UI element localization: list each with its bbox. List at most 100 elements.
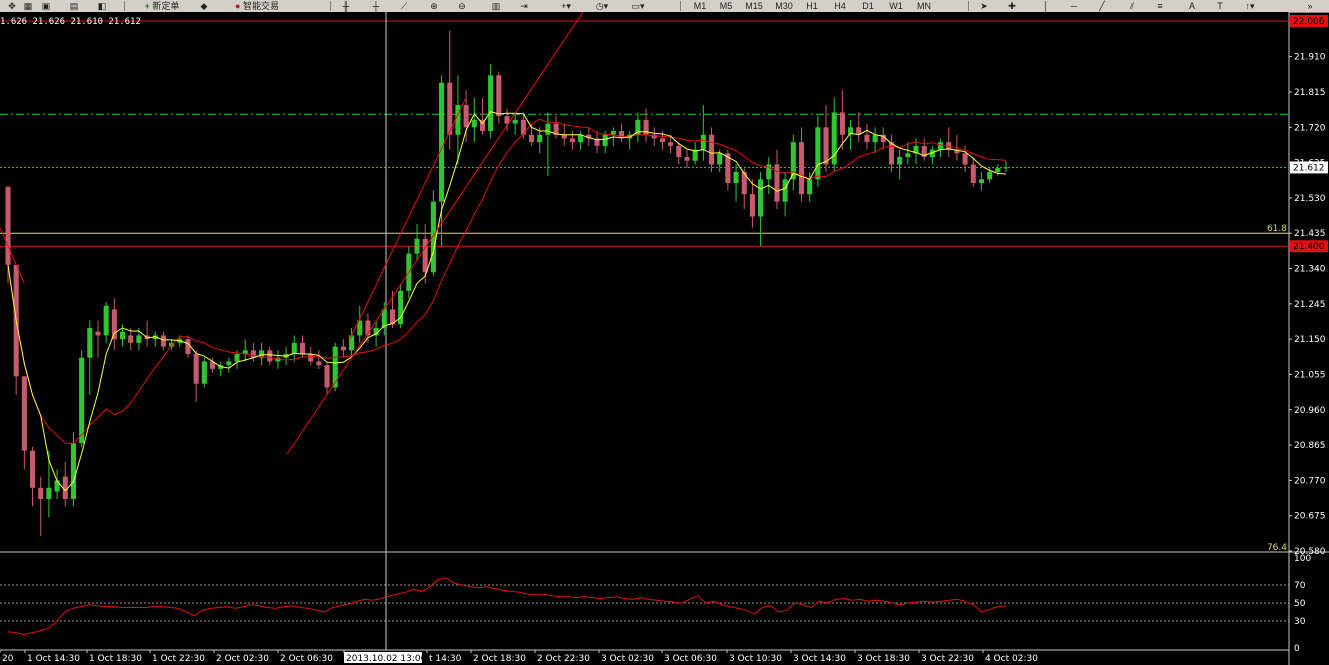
candle-body xyxy=(938,142,944,150)
candlestick-icon[interactable]: ┼ xyxy=(370,0,382,12)
candle-body xyxy=(962,153,968,165)
candle-body xyxy=(95,331,101,336)
period-m5[interactable]: M5 xyxy=(716,0,736,12)
time-tick-label: t 14:30 xyxy=(429,654,462,664)
period-mn[interactable]: MN xyxy=(912,0,936,12)
candle-body xyxy=(676,145,682,158)
candle-body xyxy=(888,142,895,165)
candle-body xyxy=(569,138,575,143)
time-tick-label: 3 Oct 10:30 xyxy=(729,654,782,664)
autoscroll-icon[interactable]: ⇥ xyxy=(518,0,530,12)
candle-body xyxy=(512,119,518,124)
candle-body xyxy=(823,127,829,165)
period-d1[interactable]: D1 xyxy=(858,0,878,12)
candle-body xyxy=(185,339,191,355)
time-tick-label: 3 Oct 02:30 xyxy=(601,654,654,664)
crosshair-move-icon[interactable]: ✥ xyxy=(6,0,18,12)
periods-icon[interactable]: ◷▾ xyxy=(590,0,614,12)
text-tool-icon[interactable]: A xyxy=(1184,0,1200,12)
bar-chart-icon[interactable]: ╫ xyxy=(340,0,352,12)
fibonacci-icon[interactable]: ≡ xyxy=(1152,0,1168,12)
period-m30[interactable]: M30 xyxy=(772,0,796,12)
candle-body xyxy=(602,134,608,146)
candle-body xyxy=(308,354,314,362)
period-m15[interactable]: M15 xyxy=(742,0,766,12)
candle-body xyxy=(864,134,870,143)
candle-body xyxy=(70,443,76,499)
candle-body xyxy=(978,179,984,184)
fib-76-4-label: 76.4 xyxy=(1267,543,1287,553)
candle-body xyxy=(46,487,52,499)
expert-advisors-button[interactable]: ● 智能交易 xyxy=(222,0,292,12)
time-tick-label: 1 Oct 22:30 xyxy=(152,654,205,664)
crosshair-icon[interactable]: ✚ xyxy=(1006,0,1018,12)
rsi-tick-label: 100 xyxy=(1294,554,1311,564)
candle-body xyxy=(708,134,715,165)
tester-icon[interactable]: ◧ xyxy=(96,0,108,12)
candle-body xyxy=(103,305,109,336)
candle-body xyxy=(839,112,845,135)
indicators-icon[interactable]: +▾ xyxy=(556,0,576,12)
candle-body xyxy=(668,142,674,146)
candle-body xyxy=(38,487,44,499)
terminal-icon[interactable]: ▤ xyxy=(68,0,80,12)
equidistant-channel-icon[interactable]: ⫽ xyxy=(1124,0,1140,12)
candle-body xyxy=(782,179,788,202)
price-tick-label: 20.675 xyxy=(1294,512,1326,522)
period-h4[interactable]: H4 xyxy=(830,0,850,12)
zoom-out-icon[interactable]: ⊖ xyxy=(456,0,468,12)
chart-window-icon[interactable]: ▦ xyxy=(22,0,34,12)
candle-body xyxy=(529,134,535,143)
time-highlight-label: 2013.10.02 13:00 xyxy=(346,654,427,664)
time-tick-label: 20 xyxy=(2,654,14,664)
time-tick-label: 2 Oct 02:30 xyxy=(216,654,269,664)
trendline-icon[interactable]: ╱ xyxy=(1096,0,1108,12)
candle-body xyxy=(905,153,911,158)
price-chart[interactable]: 61.876.4 21.91021.81521.72021.62521.5302… xyxy=(0,12,1329,665)
time-tick-label: 1 Oct 18:30 xyxy=(89,654,142,664)
current-price-label: 21.612 xyxy=(1293,163,1325,173)
period-w1[interactable]: W1 xyxy=(886,0,906,12)
price-pane xyxy=(0,12,1289,552)
cursor-icon[interactable]: ➤ xyxy=(978,0,990,12)
candle-body xyxy=(798,142,805,195)
tile-windows-icon[interactable]: ▥ xyxy=(490,0,502,12)
candle-body xyxy=(291,342,297,355)
arrows-icon[interactable]: ↑▾ xyxy=(1242,0,1258,12)
navigator-icon[interactable]: ▣ xyxy=(40,0,52,12)
resistance-price-label: 22.006 xyxy=(1293,17,1325,27)
candle-body xyxy=(610,131,616,135)
candle-body xyxy=(496,75,502,117)
new-order-button[interactable]: + 新定单 xyxy=(132,0,192,12)
candle-body xyxy=(430,201,436,273)
candle-body xyxy=(316,361,322,366)
price-tick-label: 20.960 xyxy=(1294,406,1326,416)
time-tick-label: 2 Oct 22:30 xyxy=(537,654,590,664)
candle-body xyxy=(111,309,117,340)
period-h1[interactable]: H1 xyxy=(802,0,822,12)
robot-icon[interactable]: ◆ xyxy=(196,0,212,12)
time-tick-label: 2 Oct 06:30 xyxy=(280,654,333,664)
candle-body xyxy=(970,164,976,184)
time-tick-label: 1 Oct 14:30 xyxy=(27,654,80,664)
candle-body xyxy=(659,138,665,143)
candle-body xyxy=(226,361,232,366)
time-tick-label: 3 Oct 18:30 xyxy=(857,654,910,664)
candle-body xyxy=(324,365,330,388)
candle-body xyxy=(537,134,543,143)
horizontal-line-icon[interactable]: ─ xyxy=(1068,0,1080,12)
period-m1[interactable]: M1 xyxy=(690,0,710,12)
candle-body xyxy=(128,335,134,343)
time-tick-label: 3 Oct 14:30 xyxy=(793,654,846,664)
candle-body xyxy=(774,164,780,202)
label-tool-icon[interactable]: T xyxy=(1212,0,1228,12)
line-chart-icon[interactable]: ⟋ xyxy=(398,0,410,12)
candle-body xyxy=(471,119,477,128)
candle-body xyxy=(87,327,93,358)
candle-body xyxy=(340,346,346,351)
zoom-in-icon[interactable]: ⊕ xyxy=(428,0,440,12)
templates-icon[interactable]: ▭▾ xyxy=(628,0,648,12)
toolbar-overflow-icon[interactable]: » xyxy=(1300,0,1320,12)
ohlc-readout: 1.626 21.626 21.610 21.612 xyxy=(0,17,141,27)
vertical-line-icon[interactable]: │ xyxy=(1040,0,1052,12)
